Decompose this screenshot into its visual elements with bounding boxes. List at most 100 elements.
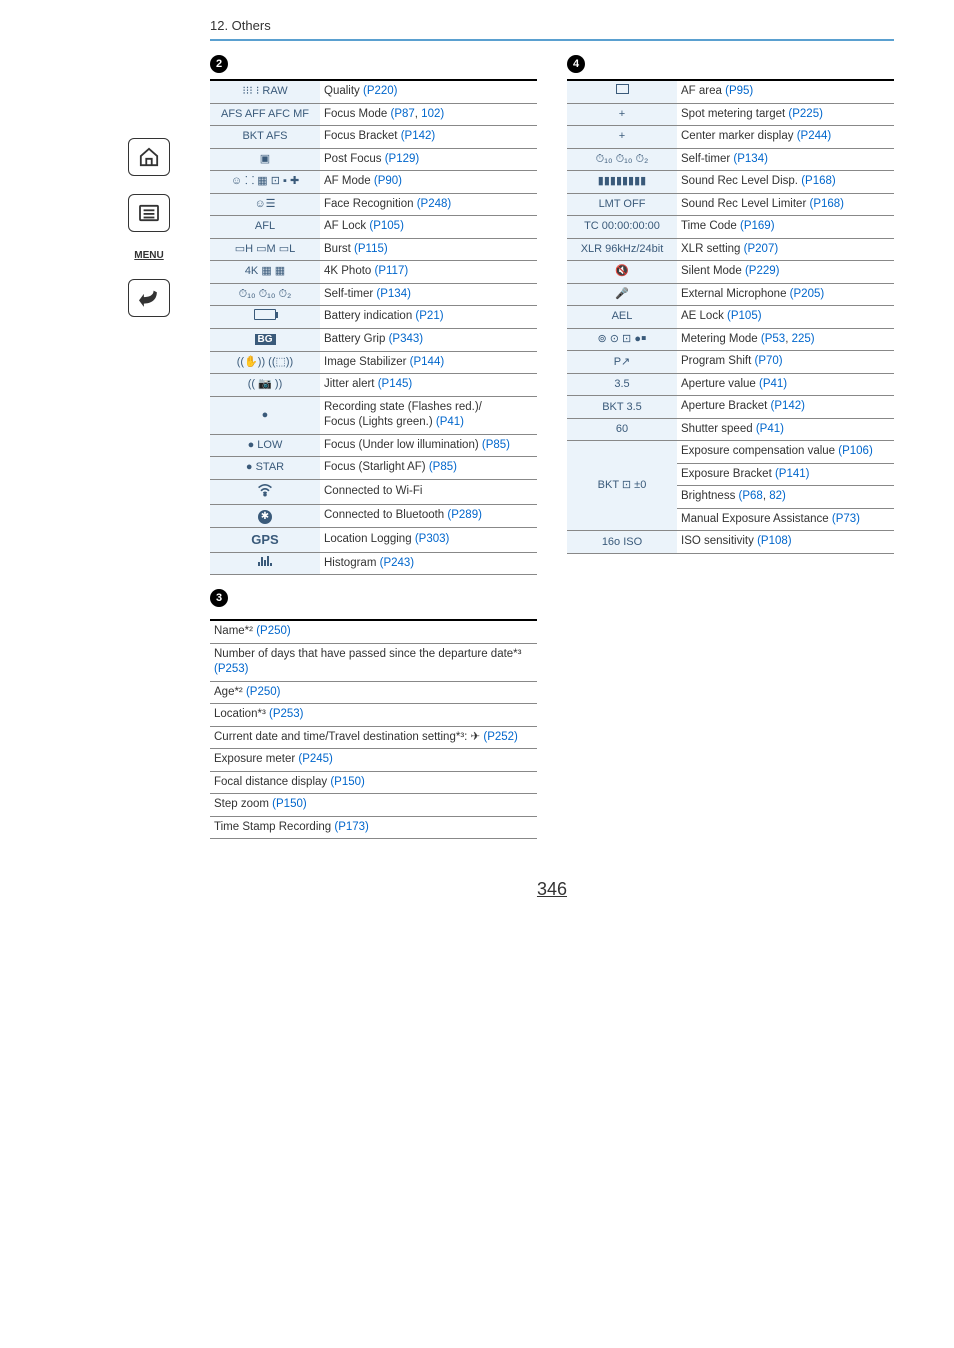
desc-cell[interactable]: Location Logging (P303) (320, 527, 537, 552)
desc-cell[interactable]: Sound Rec Level Disp. (P168) (677, 171, 894, 194)
desc-cell[interactable]: Focus (Starlight AF) (P85) (320, 457, 537, 480)
desc-cell[interactable]: Image Stabilizer (P144) (320, 351, 537, 374)
desc-cell[interactable]: Burst (P115) (320, 238, 537, 261)
table-row: AELAE Lock (P105) (567, 306, 894, 329)
desc-cell[interactable]: Time Code (P169) (677, 216, 894, 239)
desc-cell[interactable]: Brightness (P68, 82) (677, 486, 894, 509)
desc-cell[interactable]: XLR setting (P207) (677, 238, 894, 261)
desc-cell[interactable]: Name*² (P250) (210, 620, 537, 643)
desc-cell[interactable]: Step zoom (P150) (210, 794, 537, 817)
table-2: ⁝⁝⁝ ⁝ RAWQuality (P220)AFS AFF AFC MFFoc… (210, 79, 537, 575)
desc-cell[interactable]: Sound Rec Level Limiter (P168) (677, 193, 894, 216)
desc-cell[interactable]: Spot metering target (P225) (677, 103, 894, 126)
desc-cell[interactable]: Metering Mode (P53, 225) (677, 328, 894, 351)
desc-cell[interactable]: Current date and time/Travel destination… (210, 726, 537, 749)
desc-cell[interactable]: Exposure meter (P245) (210, 749, 537, 772)
icon-cell: LMT OFF (567, 193, 677, 216)
icon-cell: P↗ (567, 351, 677, 374)
table-row: 🎤External Microphone (P205) (567, 283, 894, 306)
desc-cell[interactable]: Program Shift (P70) (677, 351, 894, 374)
table-row: +Spot metering target (P225) (567, 103, 894, 126)
table-row: ☺☰Face Recognition (P248) (210, 193, 537, 216)
desc-cell[interactable]: Quality (P220) (320, 80, 537, 103)
desc-cell[interactable]: Recording state (Flashes red.)/Focus (Li… (320, 396, 537, 434)
desc-cell[interactable]: Aperture value (P41) (677, 373, 894, 396)
chapter-title: 12. Others (210, 0, 894, 41)
menu-button[interactable]: MENU (128, 250, 170, 261)
desc-cell[interactable]: Battery indication (P21) (320, 306, 537, 329)
home-button[interactable] (128, 138, 170, 176)
desc-cell[interactable]: Aperture Bracket (P142) (677, 396, 894, 419)
desc-cell[interactable]: External Microphone (P205) (677, 283, 894, 306)
table-row: ● LOWFocus (Under low illumination) (P85… (210, 434, 537, 457)
desc-cell[interactable]: Self-timer (P134) (677, 148, 894, 171)
desc-cell[interactable]: Number of days that have passed since th… (210, 643, 537, 681)
desc-cell[interactable]: Jitter alert (P145) (320, 374, 537, 397)
desc-cell[interactable]: Focus Mode (P87, 102) (320, 103, 537, 126)
table-row: Location*³ (P253) (210, 704, 537, 727)
back-button[interactable] (128, 279, 170, 317)
desc-cell[interactable]: ISO sensitivity (P108) (677, 531, 894, 554)
icon-cell: TC 00:00:00:00 (567, 216, 677, 239)
table-row: TC 00:00:00:00Time Code (P169) (567, 216, 894, 239)
table-row: Age*² (P250) (210, 681, 537, 704)
page-number: 346 (210, 879, 894, 900)
desc-cell[interactable]: Manual Exposure Assistance (P73) (677, 508, 894, 531)
table-row: ● STARFocus (Starlight AF) (P85) (210, 457, 537, 480)
table-row: BGBattery Grip (P343) (210, 329, 537, 352)
icon-cell: (( 📷 )) (210, 374, 320, 397)
desc-cell[interactable]: 4K Photo (P117) (320, 261, 537, 284)
desc-cell[interactable]: Silent Mode (P229) (677, 261, 894, 284)
desc-cell[interactable]: Age*² (P250) (210, 681, 537, 704)
table-row: 4K ▦ ▦4K Photo (P117) (210, 261, 537, 284)
table-row: Focal distance display (P150) (210, 771, 537, 794)
icon-cell: ▣ (210, 148, 320, 171)
section-4-marker: 4 (567, 55, 585, 73)
table-row: Number of days that have passed since th… (210, 643, 537, 681)
icon-cell: ⏱₁₀ ⏱₁₀ ⏱₂ (567, 148, 677, 171)
icon-cell: 🔇 (567, 261, 677, 284)
icon-cell: 🎤 (567, 283, 677, 306)
table-row: 60Shutter speed (P41) (567, 418, 894, 441)
table-row: Step zoom (P150) (210, 794, 537, 817)
table-4: AF area (P95)+Spot metering target (P225… (567, 79, 894, 554)
desc-cell[interactable]: Post Focus (P129) (320, 148, 537, 171)
icon-cell: ((✋)) ((⬚)) (210, 351, 320, 374)
icon-cell: BKT AFS (210, 126, 320, 149)
desc-cell[interactable]: Time Stamp Recording (P173) (210, 816, 537, 839)
desc-cell[interactable]: Histogram (P243) (320, 552, 537, 575)
desc-cell[interactable]: Shutter speed (P41) (677, 418, 894, 441)
icon-cell (210, 306, 320, 329)
desc-cell[interactable]: Exposure compensation value (P106) (677, 441, 894, 464)
desc-cell[interactable]: Center marker display (P244) (677, 126, 894, 149)
desc-cell[interactable]: Focus Bracket (P142) (320, 126, 537, 149)
desc-cell[interactable]: Location*³ (P253) (210, 704, 537, 727)
icon-cell: ● (210, 396, 320, 434)
desc-cell[interactable]: Exposure Bracket (P141) (677, 463, 894, 486)
icon-cell: ☺☰ (210, 193, 320, 216)
icon-cell: ⁝⁝⁝ ⁝ RAW (210, 80, 320, 103)
desc-cell[interactable]: AF Lock (P105) (320, 216, 537, 239)
table-3: Name*² (P250)Number of days that have pa… (210, 619, 537, 839)
desc-cell[interactable]: Connected to Wi-Fi (320, 479, 537, 505)
table-row: BKT 3.5Aperture Bracket (P142) (567, 396, 894, 419)
icon-cell: ⊚ ⊙ ⊡ ●￭ (567, 328, 677, 351)
icon-cell: 3.5 (567, 373, 677, 396)
desc-cell[interactable]: Battery Grip (P343) (320, 329, 537, 352)
desc-cell[interactable]: Focus (Under low illumination) (P85) (320, 434, 537, 457)
desc-cell[interactable]: Connected to Bluetooth (P289) (320, 505, 537, 528)
table-row: BKT ⊡ ±0Exposure compensation value (P10… (567, 441, 894, 464)
table-row: ⊚ ⊙ ⊡ ●￭Metering Mode (P53, 225) (567, 328, 894, 351)
list-button[interactable] (128, 194, 170, 232)
desc-cell[interactable]: AF area (P95) (677, 80, 894, 103)
table-row: Battery indication (P21) (210, 306, 537, 329)
desc-cell[interactable]: AF Mode (P90) (320, 171, 537, 194)
list-icon (138, 204, 160, 222)
desc-cell[interactable]: Focal distance display (P150) (210, 771, 537, 794)
back-icon (138, 289, 160, 307)
table-row: ☺ ⸬ ▦ ⊡ ▪ ✚AF Mode (P90) (210, 171, 537, 194)
desc-cell[interactable]: AE Lock (P105) (677, 306, 894, 329)
desc-cell[interactable]: Face Recognition (P248) (320, 193, 537, 216)
icon-cell: AEL (567, 306, 677, 329)
desc-cell[interactable]: Self-timer (P134) (320, 283, 537, 306)
